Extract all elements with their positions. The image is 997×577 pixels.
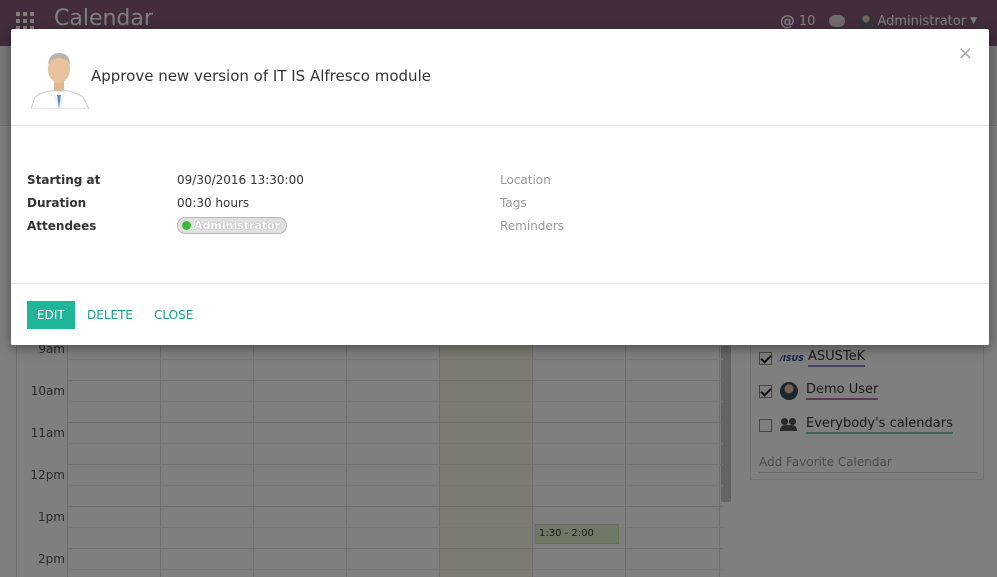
organizer-avatar — [27, 45, 91, 109]
starting-at-value: 09/30/2016 13:30:00 — [177, 173, 304, 187]
dialog-header: Approve new version of IT IS Alfresco mo… — [11, 29, 989, 126]
duration-value: 00:30 hours — [177, 196, 250, 210]
close-icon[interactable]: × — [958, 43, 973, 64]
dialog-title: Approve new version of IT IS Alfresco mo… — [91, 67, 431, 85]
online-status-icon — [182, 221, 191, 230]
dialog-footer: EDIT DELETE CLOSE — [11, 284, 989, 345]
event-quick-view-dialog: Approve new version of IT IS Alfresco mo… — [11, 29, 989, 345]
reminders-label: Reminders — [500, 219, 564, 233]
attendees-label: Attendees — [27, 219, 97, 233]
close-button[interactable]: CLOSE — [144, 301, 203, 329]
location-label: Location — [500, 173, 551, 187]
attendee-tag[interactable]: Administrator — [177, 217, 288, 234]
edit-button[interactable]: EDIT — [27, 301, 75, 329]
delete-button[interactable]: DELETE — [77, 301, 143, 329]
tags-label: Tags — [500, 196, 527, 210]
starting-at-label: Starting at — [27, 173, 101, 187]
duration-label: Duration — [27, 196, 87, 210]
dialog-body: Starting at 09/30/2016 13:30:00 Duration… — [11, 126, 989, 284]
attendee-name: Administrator — [194, 219, 281, 232]
